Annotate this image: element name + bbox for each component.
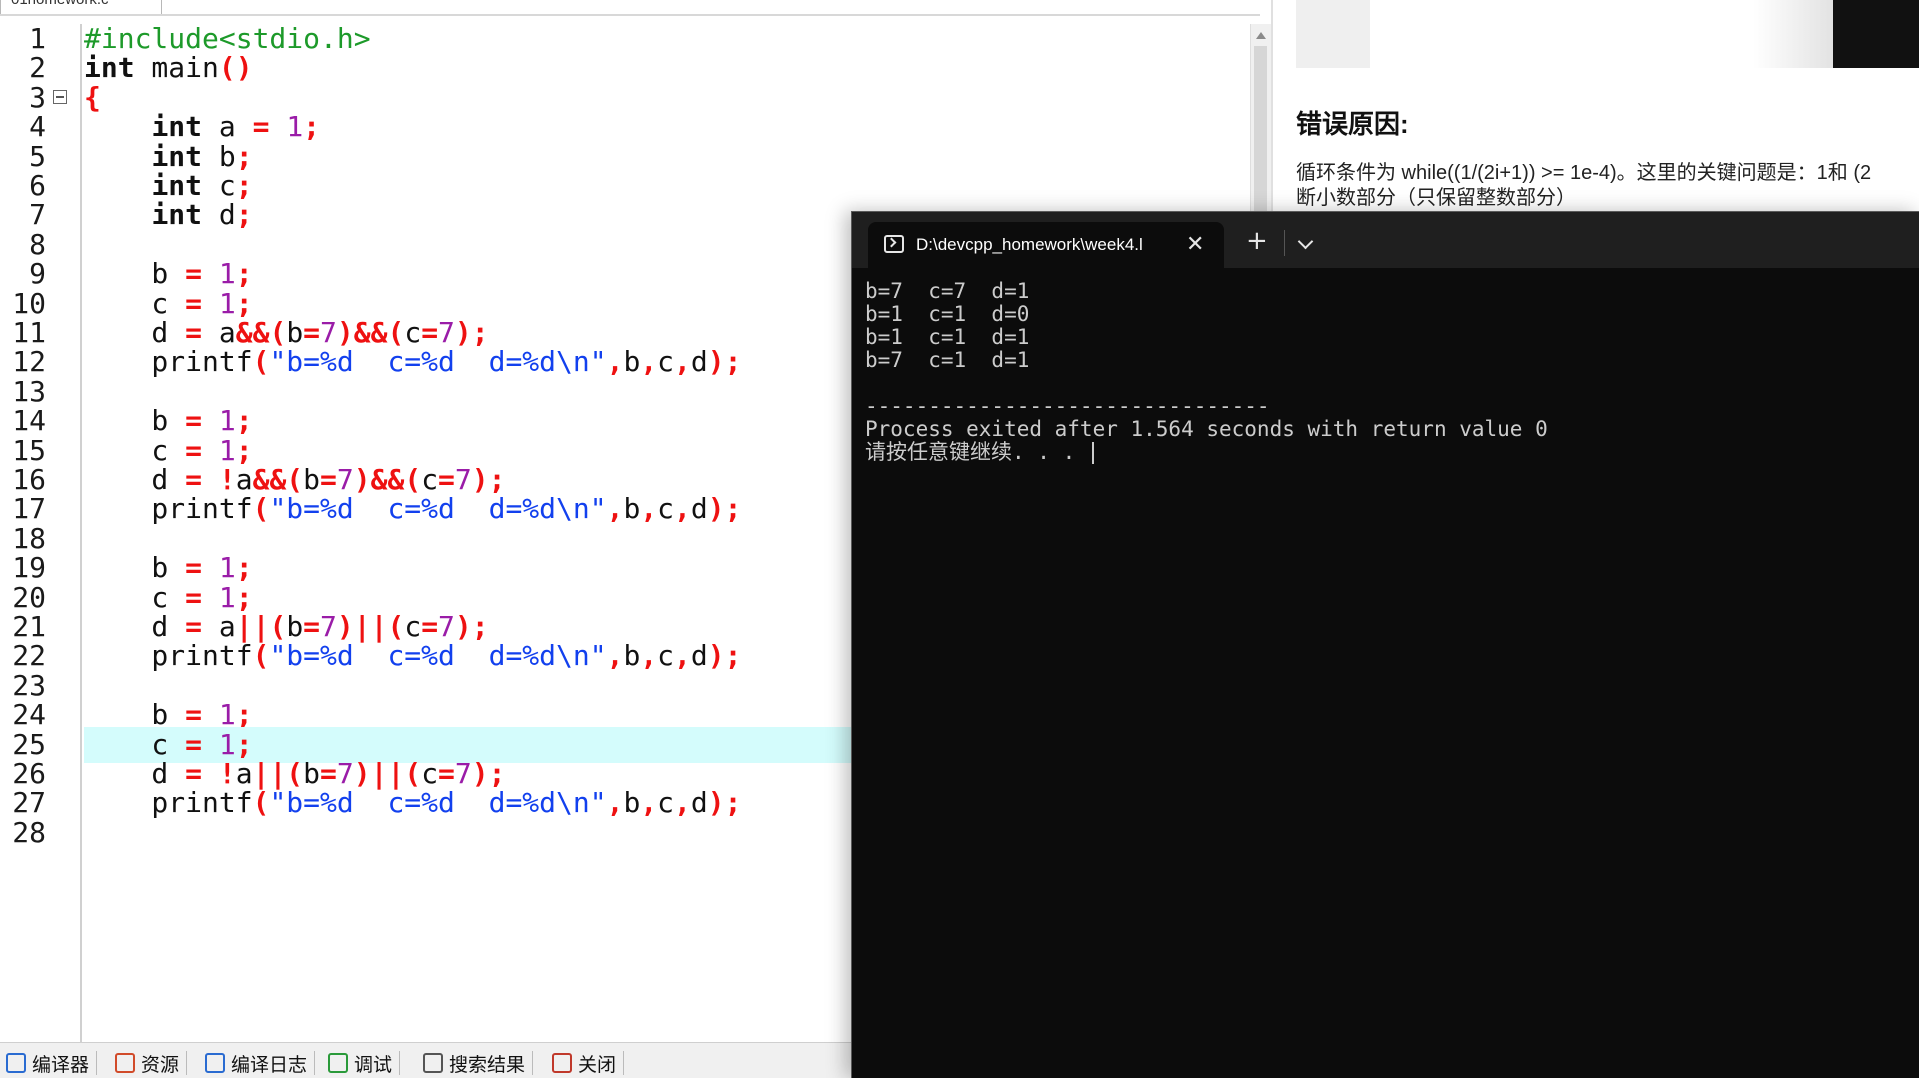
- chevron-down-icon[interactable]: [1297, 233, 1314, 250]
- tab-separator: [186, 1051, 188, 1075]
- document-dark-image: [1833, 0, 1919, 68]
- bottom-tab-label: 关闭: [578, 1054, 617, 1076]
- terminal-output-line: b=1 c=1 d=1: [865, 325, 1030, 349]
- text-cursor: [1091, 442, 1094, 464]
- bottom-panel-tabs: 编译器 资源 编译日志 调试 搜索结果 关闭: [0, 1042, 860, 1078]
- bottom-tab-compiler[interactable]: 编译器: [6, 1049, 98, 1077]
- document-paragraph-line-2: 断小数部分（只保留整数部分）: [1296, 187, 1576, 209]
- bottom-tab-label: 调试: [354, 1054, 393, 1076]
- new-tab-button[interactable]: +: [1246, 226, 1268, 256]
- compiler-icon: [6, 1053, 26, 1073]
- tab-separator: [96, 1051, 98, 1075]
- terminal-titlebar: D:\devcpp_homework\week4.l ✕ +: [852, 212, 1919, 268]
- terminal-output-line: 请按任意键继续. . .: [865, 441, 1919, 464]
- tab-strip-divider: [0, 14, 1260, 16]
- resources-icon: [115, 1053, 135, 1073]
- terminal-output-line: b=7 c=7 d=1: [865, 279, 1030, 303]
- bottom-tab-label: 编译器: [32, 1054, 90, 1076]
- bottom-tab-close-panel[interactable]: 关闭: [552, 1049, 625, 1077]
- terminal-tab-title: D:\devcpp_homework\week4.l: [916, 235, 1143, 254]
- terminal-icon: [884, 235, 904, 253]
- bottom-tab-label: 搜索结果: [449, 1054, 526, 1076]
- terminal-output[interactable]: b=7 c=7 d=1 b=1 c=1 d=0 b=1 c=1 d=1 b=7 c=1…: [865, 280, 1919, 464]
- terminal-window[interactable]: D:\devcpp_homework\week4.l ✕ + b=7 c=7 d…: [851, 211, 1919, 1078]
- line-number: 28: [12, 815, 46, 849]
- terminal-output-line: --------------------------------: [865, 394, 1270, 418]
- terminal-output-line: Process exited after 1.564 seconds with …: [865, 417, 1548, 441]
- file-tab[interactable]: 01homework.c: [0, 0, 162, 15]
- fold-collapse-icon[interactable]: [53, 89, 67, 104]
- tab-separator: [314, 1051, 316, 1075]
- debug-icon: [328, 1053, 348, 1073]
- bottom-tab-search-results[interactable]: 搜索结果: [423, 1049, 534, 1077]
- bottom-tab-resources[interactable]: 资源: [115, 1049, 188, 1077]
- document-image-fragment: [1296, 0, 1370, 68]
- titlebar-divider: [1284, 230, 1285, 256]
- scroll-up-arrow-icon[interactable]: [1256, 32, 1266, 39]
- terminal-tab[interactable]: D:\devcpp_homework\week4.l ✕: [868, 222, 1224, 268]
- tab-separator: [623, 1051, 625, 1075]
- close-panel-icon: [552, 1053, 572, 1073]
- terminal-output-line: b=7 c=1 d=1: [865, 348, 1030, 372]
- terminal-output-line: b=1 c=1 d=0: [865, 302, 1030, 326]
- bottom-tab-compile-log[interactable]: 编译日志: [205, 1049, 316, 1077]
- tab-separator: [399, 1051, 401, 1075]
- compile-log-icon: [205, 1053, 225, 1073]
- bottom-tab-label: 资源: [141, 1054, 180, 1076]
- tab-separator: [532, 1051, 534, 1075]
- search-results-icon: [423, 1053, 443, 1073]
- document-heading: 错误原因:: [1296, 109, 1409, 139]
- bottom-tab-label: 编译日志: [231, 1054, 308, 1076]
- bottom-tab-debug[interactable]: 调试: [328, 1049, 401, 1077]
- close-tab-icon[interactable]: ✕: [1186, 231, 1204, 257]
